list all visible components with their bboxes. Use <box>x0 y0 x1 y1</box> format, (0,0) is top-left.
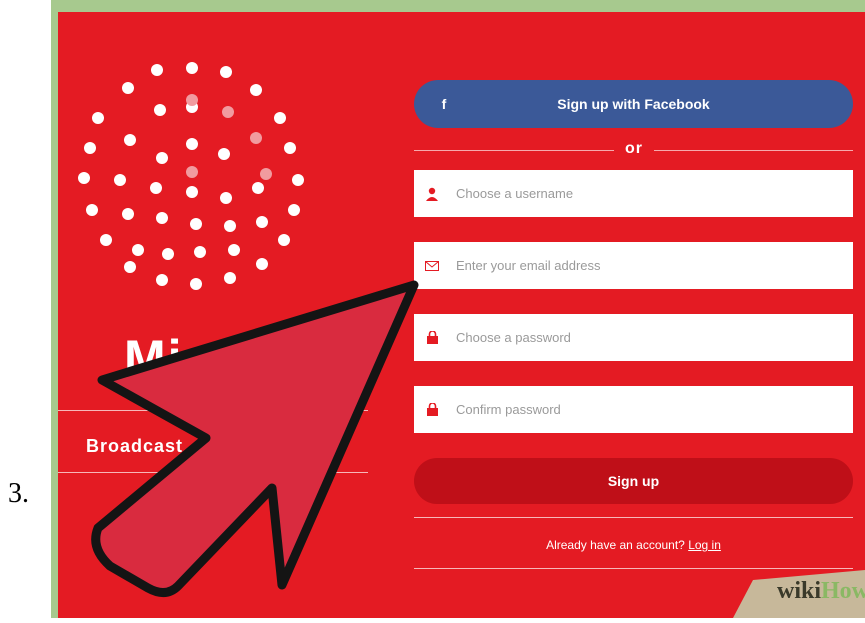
pointer-arrow-icon <box>91 280 419 597</box>
